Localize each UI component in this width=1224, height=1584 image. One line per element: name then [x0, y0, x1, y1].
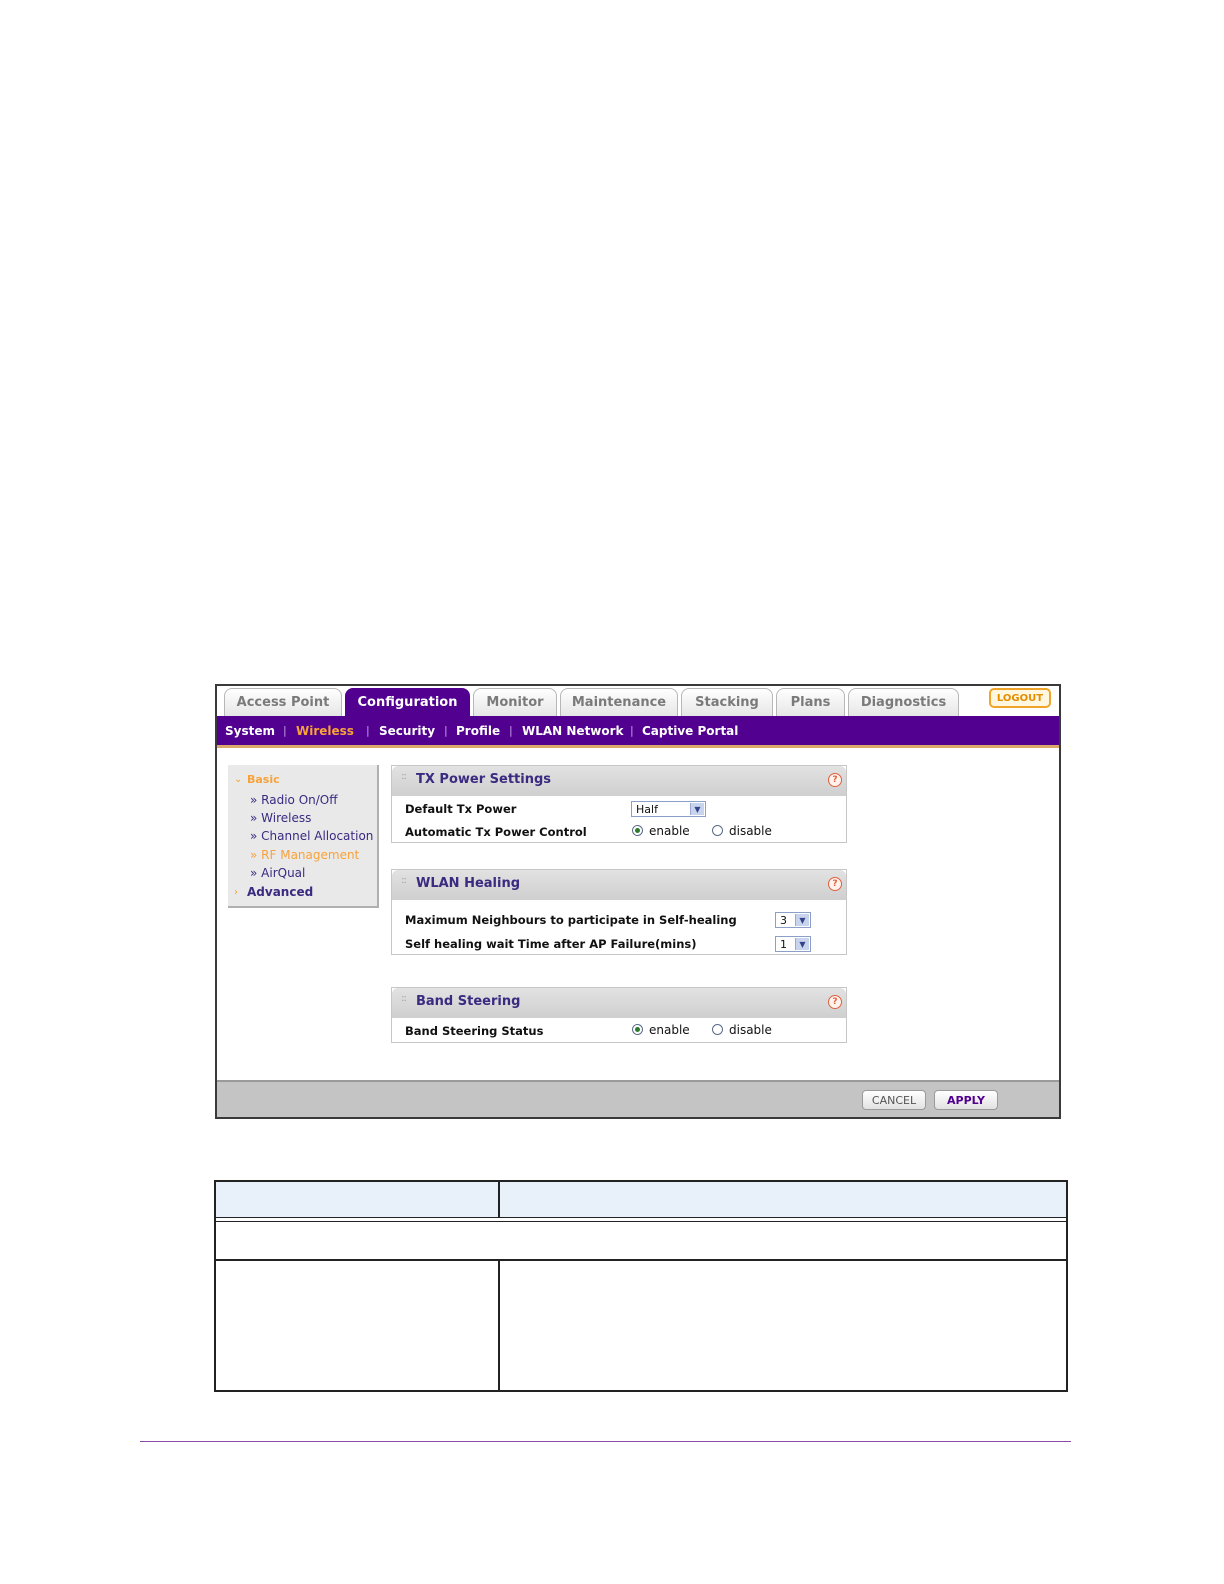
sidebar-advanced-heading[interactable]: Advanced: [247, 885, 313, 899]
drag-grip-icon: ::: [401, 993, 407, 1004]
table-border: [214, 1217, 1068, 1218]
tab-access-point[interactable]: Access Point: [224, 688, 342, 716]
sidebar-item-rf-management[interactable]: » RF Management: [250, 848, 359, 862]
default-tx-power-label: Default Tx Power: [405, 802, 517, 816]
table-border: [214, 1259, 1068, 1261]
table-header-row: [215, 1181, 1067, 1217]
tx-power-settings-header: :: TX Power Settings ?: [392, 766, 846, 796]
table-border: [214, 1390, 1068, 1392]
sidebar-item-channel-allocation[interactable]: » Channel Allocation: [250, 829, 373, 843]
auto-tx-enable-radio[interactable]: [632, 825, 643, 836]
self-healing-wait-time-select[interactable]: 1 ▼: [775, 936, 811, 952]
table-border: [214, 1180, 1068, 1182]
chevron-down-icon: ▼: [690, 803, 704, 815]
table-border: [498, 1259, 500, 1392]
drag-grip-icon: ::: [401, 875, 407, 886]
sub-navigation: System | Wireless | Security | Profile |…: [217, 716, 1059, 748]
self-healing-wait-time-label: Self healing wait Time after AP Failure(…: [405, 937, 697, 951]
help-icon[interactable]: ?: [828, 877, 842, 891]
wlan-healing-panel: :: WLAN Healing ? Maximum Neighbours to …: [391, 869, 847, 955]
sidebar-item-wireless[interactable]: » Wireless: [250, 811, 311, 825]
apply-button[interactable]: APPLY: [934, 1090, 998, 1110]
chevron-right-icon: ›: [234, 887, 238, 898]
wlan-healing-header: :: WLAN Healing ?: [392, 870, 846, 900]
tab-configuration[interactable]: Configuration: [345, 688, 470, 716]
band-steering-panel: :: Band Steering ? Band Steering Status …: [391, 987, 847, 1043]
subnav-separator: |: [366, 724, 370, 737]
action-footer: CANCEL APPLY: [217, 1080, 1059, 1117]
sidebar-item-airqual[interactable]: » AirQual: [250, 866, 305, 880]
max-neighbours-label: Maximum Neighbours to participate in Sel…: [405, 913, 737, 927]
table-border: [214, 1221, 1068, 1222]
table-border: [1066, 1180, 1068, 1392]
main-tab-bar: Access Point Configuration Monitor Maint…: [217, 686, 1059, 716]
subnav-security[interactable]: Security: [379, 724, 435, 738]
sidebar-basic-heading[interactable]: Basic: [247, 773, 280, 786]
band-steering-disable-radio[interactable]: [712, 1024, 723, 1035]
tab-stacking[interactable]: Stacking: [681, 688, 773, 716]
table-border: [498, 1180, 500, 1218]
band-steering-status-label: Band Steering Status: [405, 1024, 544, 1038]
tab-maintenance[interactable]: Maintenance: [560, 688, 678, 716]
ap-config-window: Access Point Configuration Monitor Maint…: [215, 684, 1061, 1119]
auto-tx-enable-label: enable: [649, 824, 690, 838]
sidebar-menu: ⌄ Basic » Radio On/Off » Wireless » Chan…: [228, 765, 379, 908]
subnav-wlan-network[interactable]: WLAN Network: [522, 724, 624, 738]
subnav-profile[interactable]: Profile: [456, 724, 500, 738]
cancel-button[interactable]: CANCEL: [862, 1090, 926, 1110]
band-steering-disable-label: disable: [729, 1023, 772, 1037]
help-icon[interactable]: ?: [828, 773, 842, 787]
select-value: Half: [636, 803, 658, 816]
subnav-wireless[interactable]: Wireless: [296, 724, 354, 738]
document-table: [214, 1180, 1068, 1392]
chevron-down-icon: ▼: [795, 914, 809, 926]
band-steering-enable-radio[interactable]: [632, 1024, 643, 1035]
panel-title: TX Power Settings: [416, 772, 552, 787]
drag-grip-icon: ::: [401, 771, 407, 782]
max-neighbours-select[interactable]: 3 ▼: [775, 912, 811, 928]
auto-tx-disable-label: disable: [729, 824, 772, 838]
select-value: 1: [780, 938, 787, 951]
band-steering-enable-label: enable: [649, 1023, 690, 1037]
automatic-tx-power-control-label: Automatic Tx Power Control: [405, 825, 587, 839]
band-steering-header: :: Band Steering ?: [392, 988, 846, 1018]
subnav-separator: |: [509, 724, 513, 737]
chevron-down-icon: ▼: [795, 938, 809, 950]
subnav-separator: |: [630, 724, 634, 737]
subnav-captive-portal[interactable]: Captive Portal: [642, 724, 738, 738]
help-icon[interactable]: ?: [828, 995, 842, 1009]
subnav-separator: |: [444, 724, 448, 737]
logout-button[interactable]: LOGOUT: [989, 688, 1051, 708]
subnav-separator: |: [283, 724, 287, 737]
table-border: [214, 1180, 216, 1392]
tab-diagnostics[interactable]: Diagnostics: [848, 688, 959, 716]
tab-monitor[interactable]: Monitor: [473, 688, 557, 716]
chevron-down-icon: ⌄: [234, 774, 243, 785]
page-footer-rule: [140, 1441, 1071, 1442]
select-value: 3: [780, 914, 787, 927]
auto-tx-disable-radio[interactable]: [712, 825, 723, 836]
panel-title: Band Steering: [416, 994, 521, 1009]
sidebar-item-radio-on-off[interactable]: » Radio On/Off: [250, 793, 338, 807]
subnav-system[interactable]: System: [225, 724, 275, 738]
tab-plans[interactable]: Plans: [776, 688, 845, 716]
default-tx-power-select[interactable]: Half ▼: [631, 801, 706, 817]
panel-title: WLAN Healing: [416, 876, 521, 891]
tx-power-settings-panel: :: TX Power Settings ? Default Tx Power …: [391, 765, 847, 843]
